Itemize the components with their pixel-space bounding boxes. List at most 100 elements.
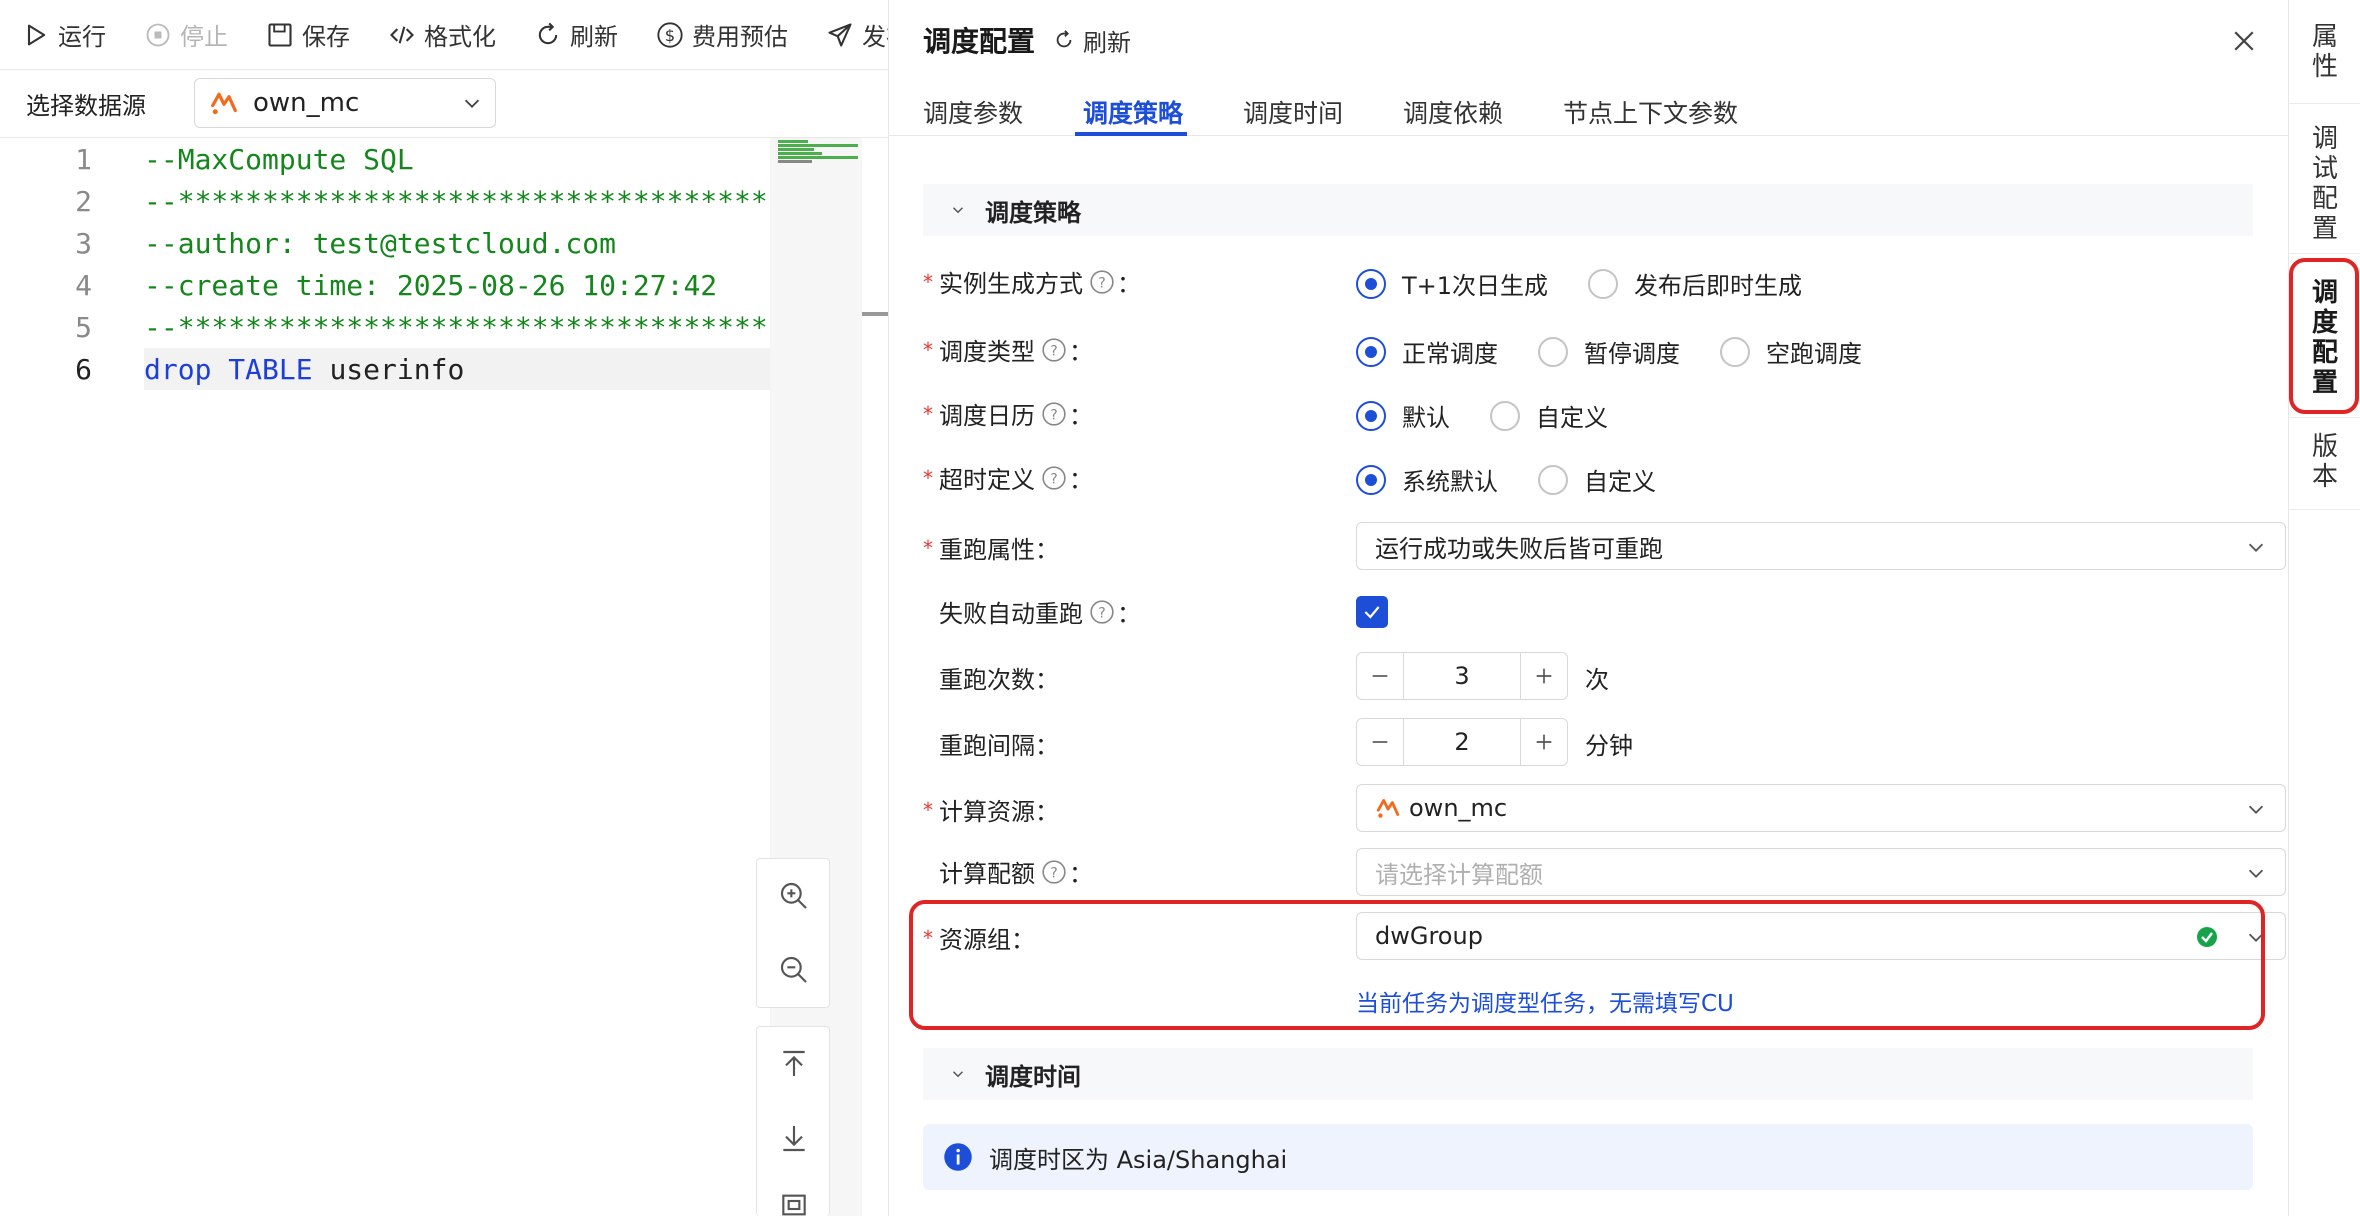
field-label: 重跑间隔 ： [923,726,1059,761]
radio-dot [1356,336,1386,367]
section-title: 调度时间 [985,1062,1081,1091]
radio-group-calendar: 默认 自定义 [1356,398,1648,433]
maxcompute-icon [1376,799,1400,818]
row-compute-resource: * 计算资源 ： own_mc [923,784,2286,832]
tab-char: 属 [2311,22,2338,52]
help-icon[interactable]: ? [1089,269,1115,295]
rerun-count-stepper[interactable]: 3 [1356,652,1568,700]
save-button[interactable]: 保存 [266,17,350,52]
save-icon [268,22,292,47]
minimap-line [778,144,858,147]
compute-resource-select[interactable]: own_mc [1356,784,2286,832]
row-rerun-property: * 重跑属性 ： 运行成功或失败后皆可重跑 [923,522,2286,570]
scroll-top-button[interactable] [757,1027,831,1101]
tab-char: 性 [2311,52,2338,82]
refresh-label: 刷新 [1083,28,1132,57]
radio-t1[interactable]: T+1次日生成 [1356,266,1548,301]
side-tab-version[interactable]: 版 本 [2289,418,2360,510]
radio-dot [1356,464,1386,495]
plus-icon [1536,734,1552,750]
field-label: * 重跑属性 ： [923,530,1059,565]
svg-text:?: ? [1050,865,1057,881]
tab-schedule-time[interactable]: 调度时间 [1243,94,1343,130]
radio-system-default[interactable]: 系统默认 [1356,462,1498,497]
fit-view-button[interactable] [757,1175,831,1216]
run-button[interactable]: 运行 [22,17,106,52]
panel-refresh-button[interactable]: 刷新 [1053,23,1131,58]
select-placeholder: 请选择计算配额 [1375,860,1543,889]
code-editor[interactable]: 1 --MaxCompute SQL 2 --*****************… [0,138,770,1216]
tab-schedule-policy[interactable]: 调度策略 [1083,94,1183,130]
radio-label: 暂停调度 [1584,340,1680,368]
decrement-button[interactable] [1357,653,1403,699]
colon: ： [1035,666,1059,694]
tab-char: 配 [2311,184,2338,214]
side-tab-debug-config[interactable]: 调 试 配 置 [2289,104,2360,254]
rerun-property-select[interactable]: 运行成功或失败后皆可重跑 [1356,522,2286,570]
minimap-line [778,160,812,163]
tab-schedule-dependency[interactable]: 调度依赖 [1403,94,1503,130]
format-button[interactable]: 格式化 [388,17,496,52]
minimap-line [778,152,822,155]
row-compute-quota: 计算配额 ? ： 请选择计算配额 [923,848,2286,896]
save-label: 保存 [302,23,350,51]
help-icon[interactable]: ? [1041,401,1067,427]
increment-button[interactable] [1521,719,1567,765]
svg-text:?: ? [1098,275,1105,291]
publish-button[interactable]: 发布 [826,17,888,52]
line-number: 6 [75,352,92,386]
minimap-line [778,156,858,159]
line-number: 3 [75,226,92,260]
active-tab-indicator [1075,132,1187,136]
colon: ： [1069,402,1093,430]
keyword: drop [144,352,212,386]
tab-schedule-params[interactable]: 调度参数 [923,94,1023,130]
stepper-value[interactable]: 3 [1403,653,1521,699]
stepper-value[interactable]: 2 [1403,719,1521,765]
field-label: * 调度类型 ? ： [923,332,1093,367]
radio-dot [1538,464,1568,495]
help-icon[interactable]: ? [1089,599,1115,625]
radio-label: 发布后即时生成 [1634,272,1803,300]
section-schedule-time[interactable]: 调度时间 [923,1048,2253,1100]
radio-custom[interactable]: 自定义 [1538,462,1656,497]
code-line: 2 --************************************… [0,180,770,222]
colon: ： [1069,860,1093,888]
zoom-out-button[interactable] [757,933,831,1007]
refresh-button[interactable]: 刷新 [534,17,618,52]
auto-rerun-checkbox[interactable] [1356,596,1388,628]
arrow-to-top-icon [783,1050,805,1076]
datasource-select[interactable]: own_mc [194,78,496,128]
zoom-in-button[interactable] [757,859,831,933]
tab-context-params[interactable]: 节点上下文参数 [1563,94,1738,130]
close-icon[interactable] [2229,26,2259,56]
colon: ： [1035,536,1059,564]
section-schedule-policy[interactable]: 调度策略 [923,184,2253,236]
rerun-interval-stepper[interactable]: 2 [1356,718,1568,766]
scrollbar-thumb[interactable] [862,312,888,316]
colon: ： [1069,466,1093,494]
side-tab-properties[interactable]: 属 性 [2289,0,2360,104]
radio-immediate[interactable]: 发布后即时生成 [1588,266,1802,301]
decrement-button[interactable] [1357,719,1403,765]
compute-quota-select[interactable]: 请选择计算配额 [1356,848,2286,896]
stop-button[interactable]: 停止 [144,17,228,52]
arrow-to-bottom-icon [783,1126,805,1152]
radio-normal[interactable]: 正常调度 [1356,334,1498,369]
increment-button[interactable] [1521,653,1567,699]
label-text: 实例生成方式 [939,270,1083,298]
radio-default[interactable]: 默认 [1356,398,1450,433]
radio-paused[interactable]: 暂停调度 [1538,334,1680,369]
cost-estimate-button[interactable]: $ 费用预估 [656,17,788,52]
radio-dry-run[interactable]: 空跑调度 [1720,334,1862,369]
scroll-bottom-button[interactable] [757,1101,831,1175]
help-icon[interactable]: ? [1041,337,1067,363]
help-icon[interactable]: ? [1041,465,1067,491]
field-label: * 超时定义 ? ： [923,460,1093,495]
help-icon[interactable]: ? [1041,859,1067,885]
tab-char: 本 [2311,462,2338,492]
row-schedule-type: * 调度类型 ? ： 正常调度 暂停调度 空跑调度 [923,332,2253,376]
panel-header: 调度配置 刷新 [923,20,1131,60]
radio-custom[interactable]: 自定义 [1490,398,1608,433]
svg-text:?: ? [1050,343,1057,359]
